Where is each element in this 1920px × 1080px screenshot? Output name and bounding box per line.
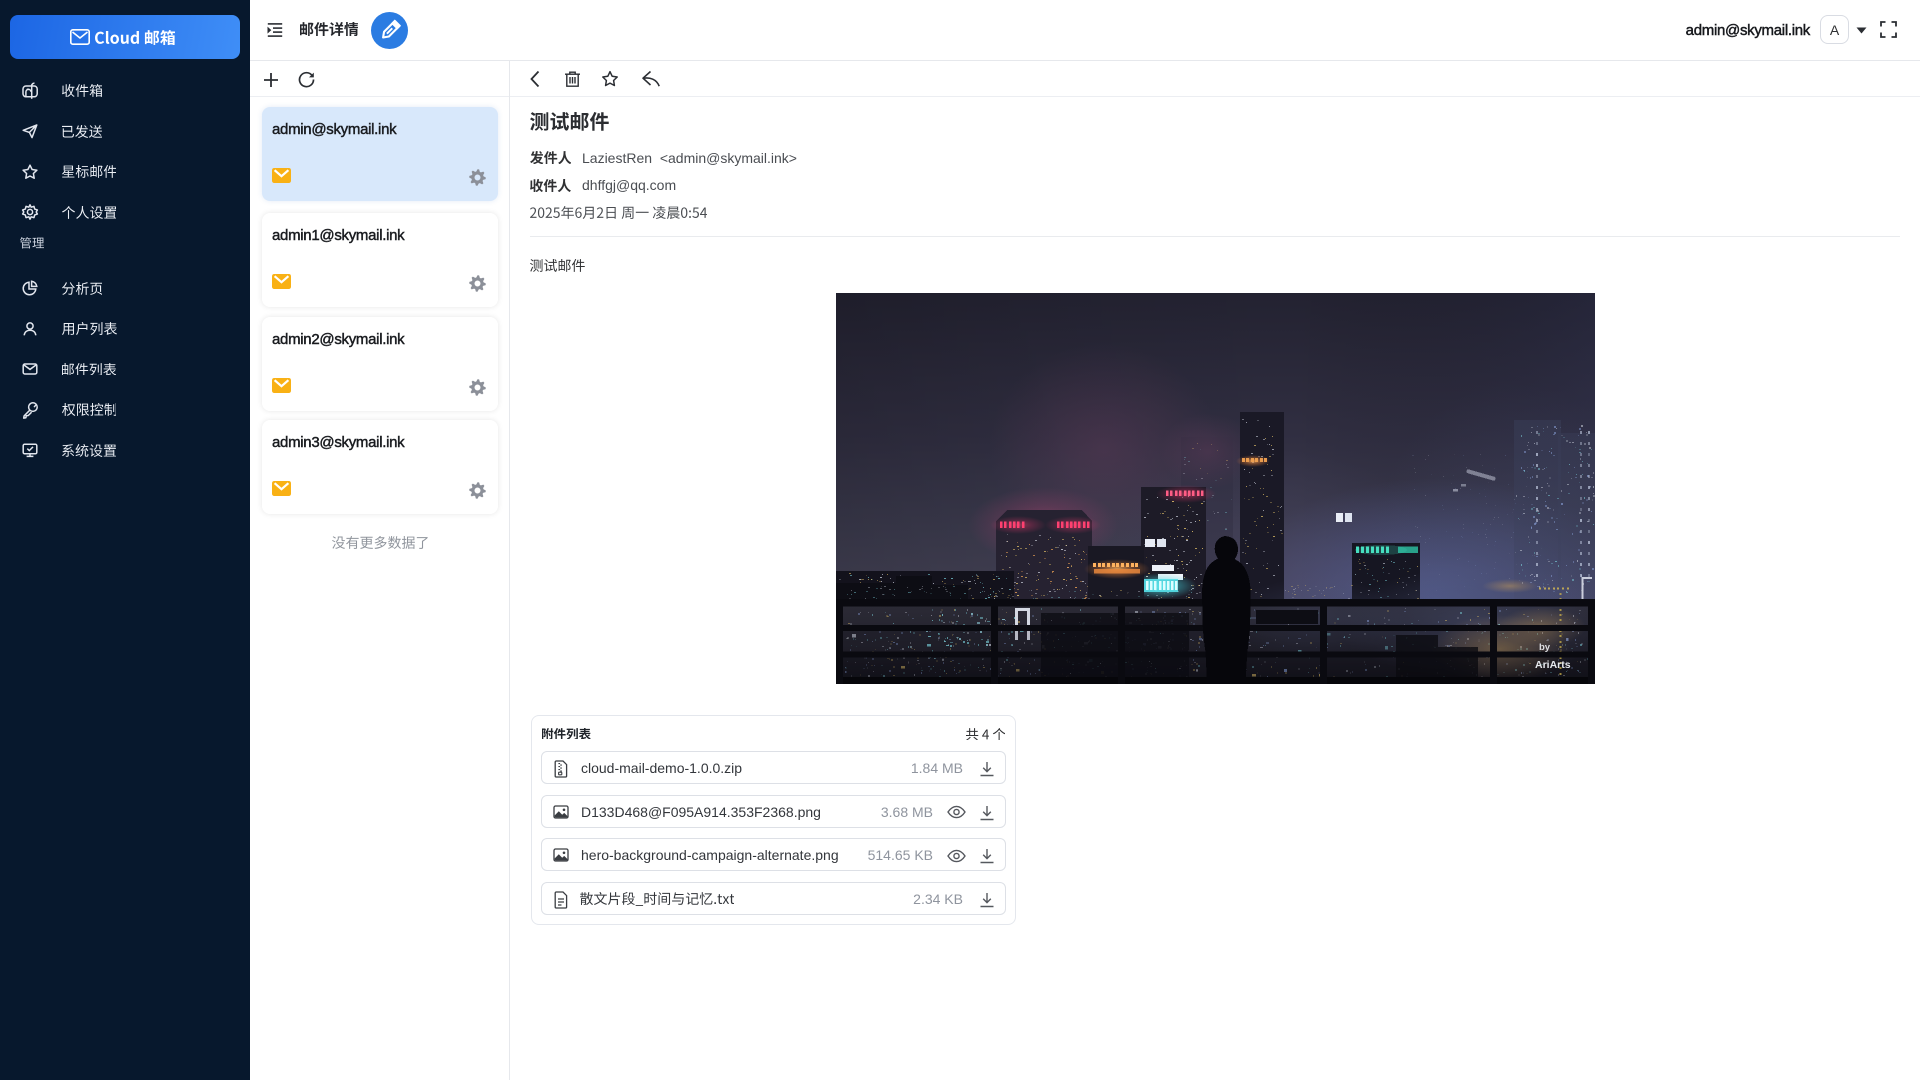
svg-text:AriArts: AriArts [1535,659,1571,671]
svg-text:by: by [1539,642,1551,653]
